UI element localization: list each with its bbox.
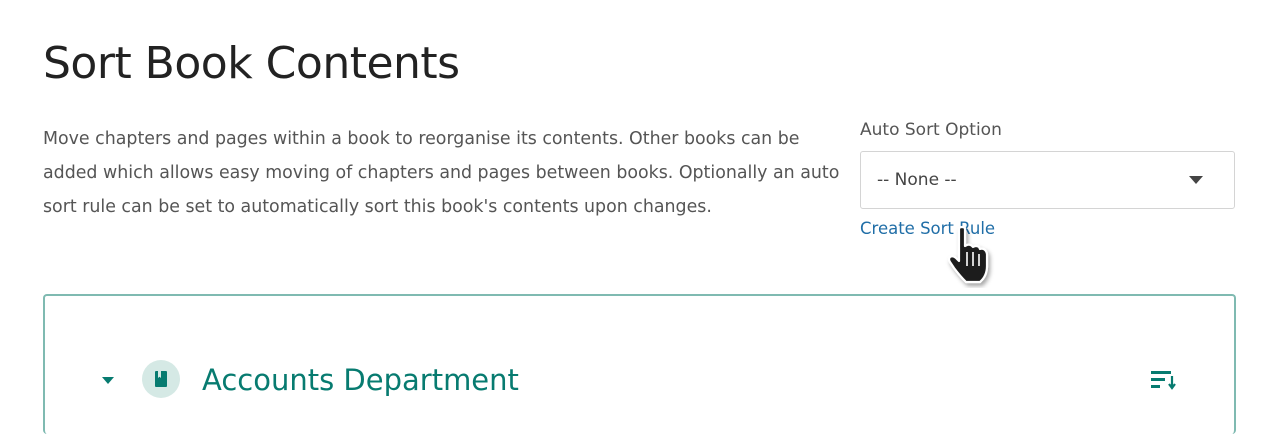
book-sort-panel: Accounts Department xyxy=(43,294,1236,434)
auto-sort-option: Auto Sort Option -- None -- Create Sort … xyxy=(860,115,1235,238)
book-header: Accounts Department xyxy=(45,351,1234,411)
auto-sort-label: Auto Sort Option xyxy=(860,120,1002,140)
page-title: Sort Book Contents xyxy=(43,38,460,89)
auto-sort-selected-value: -- None -- xyxy=(877,170,957,190)
chevron-down-icon xyxy=(1188,175,1204,185)
book-icon xyxy=(142,360,180,398)
book-name: Accounts Department xyxy=(202,363,519,397)
hand-pointer-icon xyxy=(938,224,1002,288)
caret-down-icon[interactable] xyxy=(100,373,116,387)
auto-sort-select[interactable]: -- None -- xyxy=(860,151,1235,209)
sort-icon[interactable] xyxy=(1145,363,1181,399)
page-description: Move chapters and pages within a book to… xyxy=(43,129,840,217)
